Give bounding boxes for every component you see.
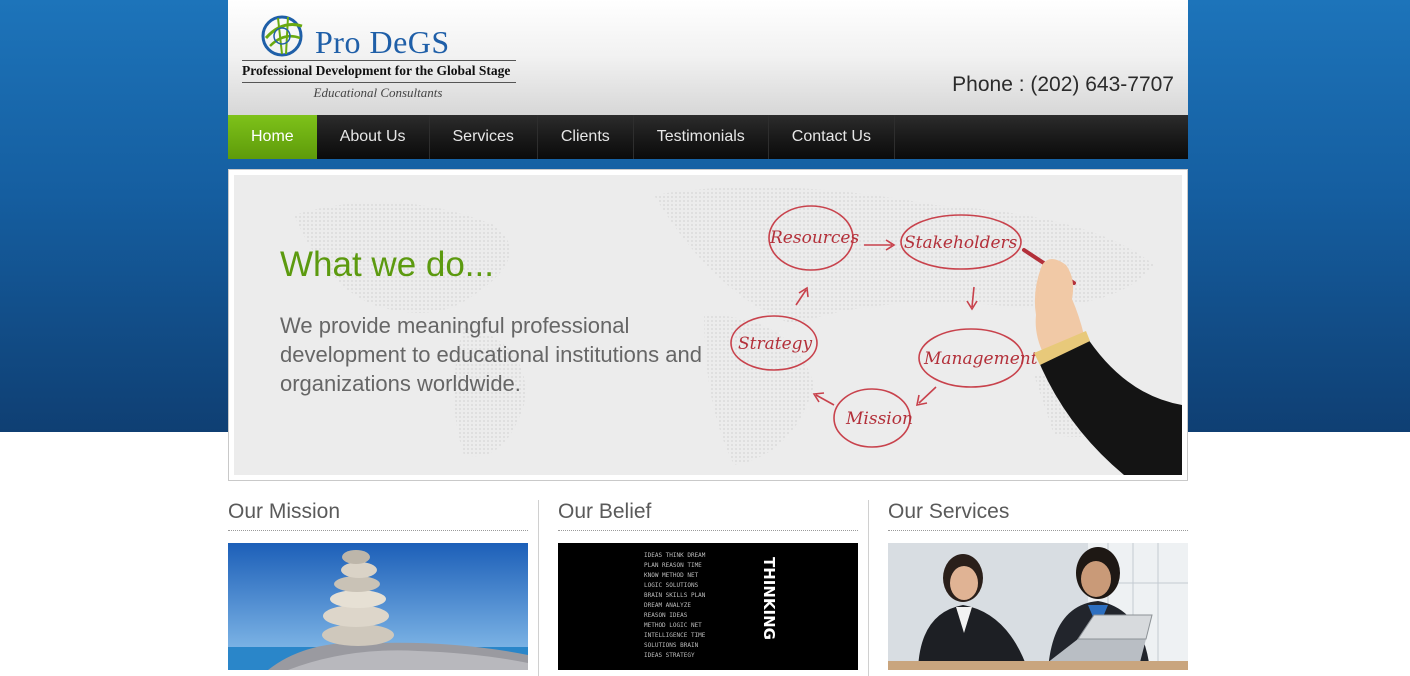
hero-banner: What we do... We provide meaningful prof…	[228, 169, 1188, 481]
site-header: Pro DeGS Professional Development for th…	[228, 0, 1188, 115]
logo-divider-bottom	[242, 82, 516, 83]
svg-text:INTELLIGENCE TIME: INTELLIGENCE TIME	[644, 632, 706, 639]
section-title-mission[interactable]: Our Mission	[228, 500, 528, 531]
nav-item-about-us[interactable]: About Us	[317, 115, 430, 159]
nav-item-contact-us[interactable]: Contact Us	[769, 115, 895, 159]
balanced-stones-image-icon	[228, 543, 528, 670]
svg-text:SOLUTIONS BRAIN: SOLUTIONS BRAIN	[644, 642, 699, 649]
diagram-label-management: Management	[923, 349, 1038, 369]
brand-subtitle: Educational Consultants	[313, 85, 443, 100]
svg-text:LOGIC SOLUTIONS: LOGIC SOLUTIONS	[644, 582, 699, 589]
phone-number: Phone : (202) 643-7707	[952, 73, 1174, 96]
services-image[interactable]	[888, 543, 1188, 670]
site-logo[interactable]: Pro DeGS Professional Development for th…	[240, 10, 520, 105]
diagram-label-resources: Resources	[769, 228, 859, 248]
nav-item-clients[interactable]: Clients	[538, 115, 634, 159]
svg-text:BRAIN SKILLS PLAN: BRAIN SKILLS PLAN	[644, 592, 706, 599]
diagram-label-mission: Mission	[845, 409, 913, 429]
belief-image-caption: THINKING	[760, 557, 778, 640]
svg-text:IDEAS THINK DREAM: IDEAS THINK DREAM	[644, 552, 706, 559]
section-our-services: Our Services	[888, 500, 1188, 676]
section-our-belief: Our Belief IDEAS THINK DREAM PLAN REASON…	[558, 500, 858, 676]
logo-divider-top	[242, 60, 516, 61]
hero-description: We provide meaningful professional devel…	[280, 313, 702, 396]
section-title-services[interactable]: Our Services	[888, 500, 1188, 531]
brand-tagline: Professional Development for the Global …	[242, 63, 511, 78]
business-women-image-icon	[888, 543, 1188, 670]
nav-item-services[interactable]: Services	[430, 115, 538, 159]
diagram-label-strategy: Strategy	[738, 334, 813, 354]
hand-with-pen-icon	[1022, 248, 1182, 475]
brand-name: Pro DeGS	[315, 24, 450, 61]
svg-text:KNOW METHOD NET: KNOW METHOD NET	[644, 572, 699, 579]
diagram-label-stakeholders: Stakeholders	[904, 233, 1018, 253]
svg-text:REASON IDEAS: REASON IDEAS	[644, 612, 688, 619]
section-our-mission: Our Mission	[228, 500, 528, 676]
main-nav: Home About Us Services Clients Testimoni…	[228, 115, 1188, 159]
column-divider	[538, 500, 539, 676]
brand-name-part2: DeGS	[369, 24, 450, 60]
hero-heading: What we do...	[280, 245, 494, 284]
svg-text:PLAN REASON TIME: PLAN REASON TIME	[644, 562, 702, 569]
process-diagram: Resources Stakeholders Management Missio…	[730, 205, 1182, 475]
belief-image[interactable]: IDEAS THINK DREAM PLAN REASON TIME KNOW …	[558, 543, 858, 670]
thinking-word-cloud-image-icon: IDEAS THINK DREAM PLAN REASON TIME KNOW …	[558, 543, 858, 670]
section-title-belief[interactable]: Our Belief	[558, 500, 858, 531]
hero-inner: What we do... We provide meaningful prof…	[234, 175, 1182, 475]
mission-image[interactable]	[228, 543, 528, 670]
column-divider	[868, 500, 869, 676]
svg-text:DREAM ANALYZE: DREAM ANALYZE	[644, 602, 691, 609]
nav-item-testimonials[interactable]: Testimonials	[634, 115, 769, 159]
svg-text:METHOD LOGIC NET: METHOD LOGIC NET	[644, 622, 702, 629]
svg-text:IDEAS STRATEGY: IDEAS STRATEGY	[644, 652, 695, 659]
globe-logo-icon	[261, 15, 303, 57]
brand-name-part1: Pro	[315, 24, 361, 60]
page-container: Pro DeGS Professional Development for th…	[228, 0, 1188, 676]
nav-item-home[interactable]: Home	[228, 115, 317, 159]
